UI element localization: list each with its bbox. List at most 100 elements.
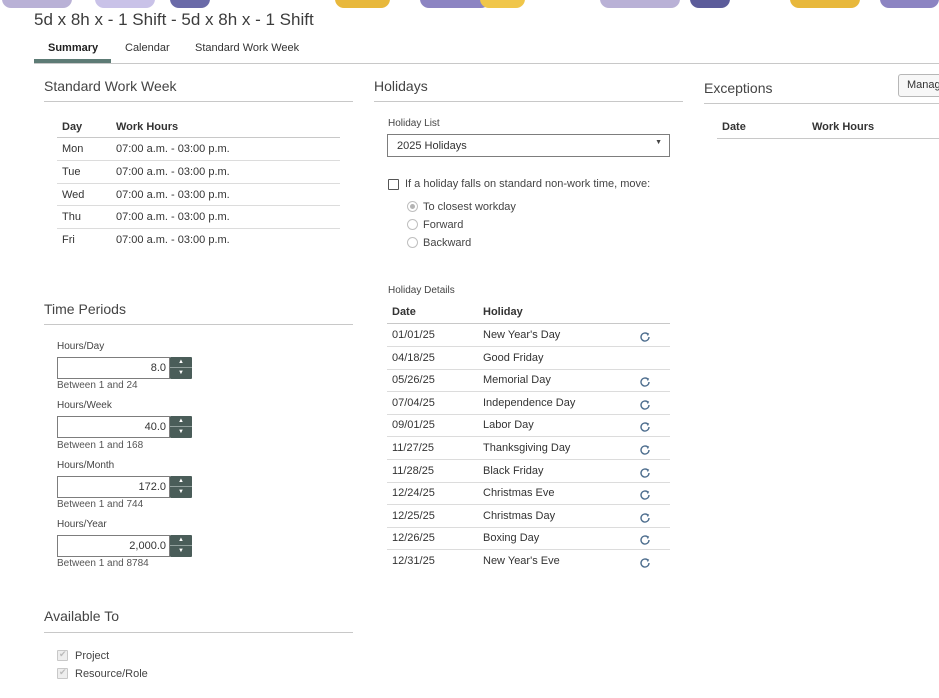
recurring-icon xyxy=(640,332,650,342)
increment-button[interactable]: ▲ xyxy=(170,416,192,427)
tab-standard-work-week[interactable]: Standard Work Week xyxy=(195,42,299,54)
banner-shape xyxy=(2,0,72,8)
banner-shape xyxy=(880,0,939,8)
section-divider xyxy=(44,324,353,325)
recurring-icon xyxy=(640,377,650,387)
recurring-icon xyxy=(640,558,650,568)
row-divider xyxy=(387,459,670,460)
work-hours-cell: 07:00 a.m. - 03:00 p.m. xyxy=(116,234,230,246)
day-cell: Thu xyxy=(62,211,81,223)
section-divider xyxy=(44,101,353,102)
hours-per-week-input[interactable] xyxy=(57,416,170,438)
decrement-button[interactable]: ▼ xyxy=(170,487,192,498)
recurring-icon xyxy=(640,513,650,523)
row-divider xyxy=(387,414,670,415)
holiday-date-cell: 12/26/25 xyxy=(392,532,435,544)
hours-per-month-input[interactable] xyxy=(57,476,170,498)
holiday-name-cell: New Year's Eve xyxy=(483,555,560,567)
holiday-date-cell: 11/28/25 xyxy=(392,465,435,477)
column-header-holiday: Holiday xyxy=(483,306,523,318)
banner-shape xyxy=(95,0,155,8)
range-hint: Between 1 and 8784 xyxy=(57,558,149,569)
row-divider xyxy=(387,436,670,437)
holiday-list-select[interactable]: 2025 Holidays ▼ xyxy=(387,134,670,157)
holiday-list-label: Holiday List xyxy=(388,118,440,129)
move-holiday-label: If a holiday falls on standard non-work … xyxy=(405,178,651,190)
row-divider xyxy=(387,482,670,483)
column-header-date: Date xyxy=(722,121,746,133)
move-holiday-checkbox[interactable] xyxy=(388,179,399,190)
header-banner xyxy=(0,0,939,8)
work-hours-cell: 07:00 a.m. - 03:00 p.m. xyxy=(116,189,230,201)
table-header-divider xyxy=(387,323,670,324)
banner-shape xyxy=(480,0,525,8)
tab-summary[interactable]: Summary xyxy=(48,42,98,54)
resource-role-label: Resource/Role xyxy=(75,668,148,680)
field-label: Hours/Year xyxy=(57,519,107,530)
banner-shape xyxy=(170,0,210,8)
holiday-date-cell: 04/18/25 xyxy=(392,352,435,364)
column-header-work-hours: Work Hours xyxy=(116,121,179,133)
backward-label: Backward xyxy=(423,237,472,249)
field-label: Hours/Day xyxy=(57,341,105,352)
recurring-icon xyxy=(640,400,650,410)
hours-per-day-input[interactable] xyxy=(57,357,170,379)
holiday-name-cell: New Year's Day xyxy=(483,329,561,341)
hours-per-month-stepper: ▲ ▼ xyxy=(170,476,192,498)
forward-radio[interactable] xyxy=(407,219,418,230)
backward-radio[interactable] xyxy=(407,237,418,248)
row-divider xyxy=(387,504,670,505)
holiday-details-label: Holiday Details xyxy=(388,285,455,296)
recurring-icon xyxy=(640,468,650,478)
day-cell: Fri xyxy=(62,234,75,246)
closest-workday-radio[interactable] xyxy=(407,201,418,212)
work-hours-cell: 07:00 a.m. - 03:00 p.m. xyxy=(116,211,230,223)
holiday-list-value: 2025 Holidays xyxy=(397,140,467,152)
row-divider xyxy=(57,160,340,161)
row-divider xyxy=(57,228,340,229)
tab-calendar[interactable]: Calendar xyxy=(125,42,170,54)
column-header-date: Date xyxy=(392,306,416,318)
banner-shape xyxy=(335,0,390,8)
decrement-button[interactable]: ▼ xyxy=(170,546,192,557)
recurring-icon xyxy=(640,445,650,455)
holiday-date-cell: 12/25/25 xyxy=(392,510,435,522)
holiday-name-cell: Thanksgiving Day xyxy=(483,442,571,454)
section-divider xyxy=(44,632,353,633)
increment-button[interactable]: ▲ xyxy=(170,357,192,368)
increment-button[interactable]: ▲ xyxy=(170,535,192,546)
holiday-date-cell: 07/04/25 xyxy=(392,397,435,409)
hours-per-year-input[interactable] xyxy=(57,535,170,557)
holiday-date-cell: 01/01/25 xyxy=(392,329,435,341)
project-checkbox[interactable]: ✔ xyxy=(57,649,68,661)
day-cell: Wed xyxy=(62,189,85,201)
hours-per-week-stepper: ▲ ▼ xyxy=(170,416,192,438)
holidays-title: Holidays xyxy=(374,78,428,94)
table-header-divider xyxy=(57,137,340,138)
holiday-date-cell: 05/26/25 xyxy=(392,374,435,386)
closest-workday-label: To closest workday xyxy=(423,201,516,213)
decrement-button[interactable]: ▼ xyxy=(170,427,192,438)
holiday-date-cell: 11/27/25 xyxy=(392,442,435,454)
holiday-name-cell: Black Friday xyxy=(483,465,544,477)
time-periods-title: Time Periods xyxy=(44,301,126,317)
range-hint: Between 1 and 744 xyxy=(57,499,144,510)
standard-work-week-title: Standard Work Week xyxy=(44,78,177,94)
section-divider xyxy=(374,101,683,102)
forward-label: Forward xyxy=(423,219,464,231)
banner-shape xyxy=(790,0,860,8)
increment-button[interactable]: ▲ xyxy=(170,476,192,487)
field-label: Hours/Month xyxy=(57,460,115,471)
checkmark-icon: ✔ xyxy=(59,649,67,659)
row-divider xyxy=(57,205,340,206)
holiday-name-cell: Good Friday xyxy=(483,352,544,364)
active-tab-indicator xyxy=(34,59,111,63)
holiday-name-cell: Memorial Day xyxy=(483,374,551,386)
resource-role-checkbox[interactable]: ✔ xyxy=(57,667,68,679)
manage-button[interactable]: Manage xyxy=(898,74,939,97)
holiday-name-cell: Christmas Eve xyxy=(483,487,555,499)
decrement-button[interactable]: ▼ xyxy=(170,368,192,379)
available-to-title: Available To xyxy=(44,608,119,624)
tab-bar: Summary Calendar Standard Work Week xyxy=(34,38,939,64)
recurring-icon xyxy=(640,535,650,545)
